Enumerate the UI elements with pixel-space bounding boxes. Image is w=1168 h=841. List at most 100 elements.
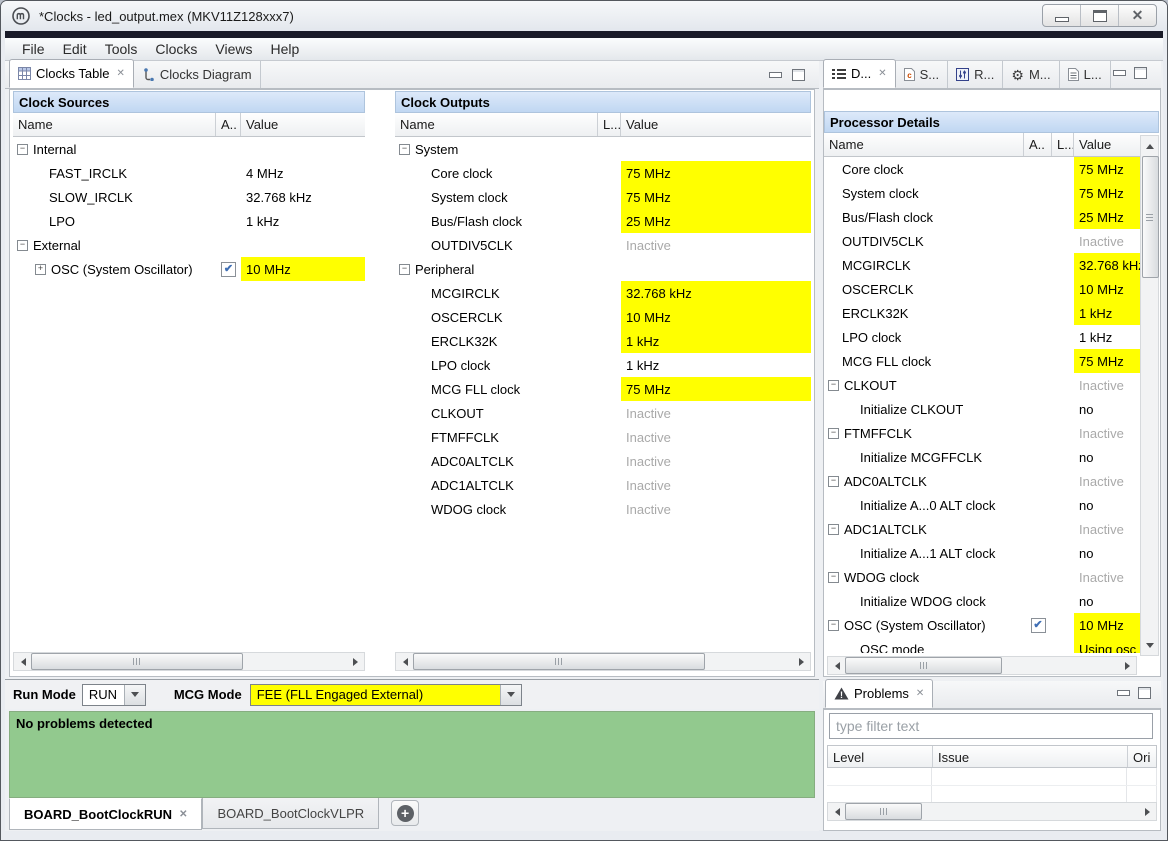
table-row[interactable]: −Peripheral	[395, 257, 811, 281]
tab-clocks-diagram[interactable]: Clocks Diagram	[134, 61, 261, 88]
collapse-icon[interactable]: −	[17, 240, 28, 251]
column-value[interactable]: Value	[241, 113, 365, 136]
table-row[interactable]: OUTDIV5CLKInactive	[824, 229, 1140, 253]
table-row[interactable]: LPO1 kHz	[13, 209, 365, 233]
table-row[interactable]: −ADC0ALTCLKInactive	[824, 469, 1140, 493]
table-row[interactable]: LPO clock1 kHz	[395, 353, 811, 377]
scroll-right-icon[interactable]	[793, 653, 810, 670]
run-mode-select[interactable]: RUN	[82, 684, 146, 706]
details-hscrollbar[interactable]	[827, 656, 1137, 675]
tab-problems[interactable]: ! Problems ✕	[825, 679, 933, 708]
scrollbar-thumb[interactable]	[845, 803, 922, 820]
menu-views[interactable]: Views	[206, 41, 261, 57]
scrollbar-thumb[interactable]	[413, 653, 705, 670]
column-name[interactable]: Name	[13, 113, 216, 136]
scrollbar-thumb[interactable]	[845, 657, 1002, 674]
collapse-icon[interactable]: −	[828, 620, 839, 631]
column-value[interactable]: Value	[621, 113, 811, 136]
table-row[interactable]: WDOG clockInactive	[395, 497, 811, 521]
column-locked[interactable]: L...	[1052, 133, 1074, 156]
maximize-pane-icon[interactable]	[1138, 687, 1151, 699]
tab-close-icon[interactable]: ✕	[878, 68, 886, 79]
enable-checkbox[interactable]: ✔	[221, 262, 236, 277]
tab-modes[interactable]: ⚙ M...	[1003, 61, 1059, 88]
table-row[interactable]: SLOW_IRCLK32.768 kHz	[13, 185, 365, 209]
clock-outputs-hscrollbar[interactable]	[395, 652, 811, 671]
table-row[interactable]: OSC modeUsing osc	[824, 637, 1140, 653]
minimize-pane-icon[interactable]	[1113, 70, 1126, 76]
maximize-button[interactable]	[1081, 5, 1119, 26]
collapse-icon[interactable]: −	[828, 428, 839, 439]
table-row[interactable]: CLKOUTInactive	[395, 401, 811, 425]
table-row[interactable]: −ADC1ALTCLKInactive	[824, 517, 1140, 541]
table-row[interactable]: −Internal	[13, 137, 365, 161]
table-row[interactable]: ADC1ALTCLKInactive	[395, 473, 811, 497]
tab-board-bootclockrun[interactable]: BOARD_BootClockRUN ✕	[9, 798, 202, 830]
menu-edit[interactable]: Edit	[54, 41, 96, 57]
collapse-icon[interactable]: −	[828, 380, 839, 391]
table-row[interactable]: −OSC (System Oscillator)✔10 MHz	[824, 613, 1140, 637]
scrollbar-thumb[interactable]	[1142, 156, 1159, 278]
dropdown-button[interactable]	[124, 685, 145, 705]
problems-hscrollbar[interactable]	[827, 802, 1157, 821]
tab-board-bootclockvlpr[interactable]: BOARD_BootClockVLPR	[202, 798, 379, 829]
maximize-pane-icon[interactable]	[792, 69, 805, 81]
close-button[interactable]: ✕	[1119, 5, 1156, 26]
table-row[interactable]: −FTMFFCLKInactive	[824, 421, 1140, 445]
table-row[interactable]: System clock75 MHz	[395, 185, 811, 209]
scroll-left-icon[interactable]	[828, 657, 845, 674]
problems-filter-input[interactable]	[829, 713, 1153, 739]
column-name[interactable]: Name	[395, 113, 598, 136]
column-issue[interactable]: Issue	[933, 746, 1128, 767]
collapse-icon[interactable]: −	[828, 524, 839, 535]
scrollbar-thumb[interactable]	[31, 653, 243, 670]
tab-log[interactable]: L...	[1060, 61, 1111, 88]
table-row[interactable]: Core clock75 MHz	[395, 161, 811, 185]
table-row[interactable]: +OSC (System Oscillator)✔10 MHz	[13, 257, 365, 281]
tab-close-icon[interactable]: ✕	[116, 68, 124, 79]
table-row[interactable]: MCG FLL clock75 MHz	[824, 349, 1140, 373]
clock-sources-hscrollbar[interactable]	[13, 652, 365, 671]
table-row[interactable]: OUTDIV5CLKInactive	[395, 233, 811, 257]
collapse-icon[interactable]: −	[828, 476, 839, 487]
table-row[interactable]: Core clock75 MHz	[824, 157, 1140, 181]
menu-help[interactable]: Help	[261, 41, 308, 57]
table-row[interactable]: FAST_IRCLK4 MHz	[13, 161, 365, 185]
table-row[interactable]: Initialize WDOG clockno	[824, 589, 1140, 613]
column-level[interactable]: Level	[828, 746, 933, 767]
scroll-down-icon[interactable]	[1141, 637, 1158, 654]
table-row[interactable]: MCGIRCLK32.768 kHz	[824, 253, 1140, 277]
table-row[interactable]: OSCERCLK10 MHz	[824, 277, 1140, 301]
table-row[interactable]: FTMFFCLKInactive	[395, 425, 811, 449]
minimize-pane-icon[interactable]	[769, 72, 782, 78]
minimize-button[interactable]	[1043, 5, 1081, 26]
tab-close-icon[interactable]: ✕	[179, 809, 187, 820]
scroll-left-icon[interactable]	[396, 653, 413, 670]
scroll-left-icon[interactable]	[14, 653, 31, 670]
tab-details[interactable]: D... ✕	[823, 59, 896, 88]
scroll-left-icon[interactable]	[828, 803, 845, 820]
table-row[interactable]: System clock75 MHz	[824, 181, 1140, 205]
collapse-icon[interactable]: −	[828, 572, 839, 583]
column-value[interactable]: Value	[1074, 133, 1140, 156]
menu-tools[interactable]: Tools	[96, 41, 147, 57]
table-row[interactable]: MCG FLL clock75 MHz	[395, 377, 811, 401]
table-row[interactable]: −WDOG clockInactive	[824, 565, 1140, 589]
tab-close-icon[interactable]: ✕	[916, 688, 924, 699]
table-row[interactable]: −External	[13, 233, 365, 257]
table-row[interactable]: Initialize A...1 ALT clockno	[824, 541, 1140, 565]
minimize-pane-icon[interactable]	[1117, 690, 1130, 696]
table-row[interactable]: Initialize A...0 ALT clockno	[824, 493, 1140, 517]
table-row[interactable]: ERCLK32K1 kHz	[395, 329, 811, 353]
collapse-icon[interactable]: −	[399, 144, 410, 155]
column-name[interactable]: Name	[824, 133, 1024, 156]
column-active[interactable]: A..	[1024, 133, 1052, 156]
table-row[interactable]: LPO clock1 kHz	[824, 325, 1140, 349]
scroll-right-icon[interactable]	[1119, 657, 1136, 674]
tab-clocks-table[interactable]: Clocks Table ✕	[9, 59, 134, 88]
table-row[interactable]: MCGIRCLK32.768 kHz	[395, 281, 811, 305]
table-row[interactable]: Initialize MCGFFCLKno	[824, 445, 1140, 469]
scroll-up-icon[interactable]	[1141, 137, 1158, 154]
menu-file[interactable]: File	[13, 41, 54, 57]
table-row[interactable]: Bus/Flash clock25 MHz	[395, 209, 811, 233]
